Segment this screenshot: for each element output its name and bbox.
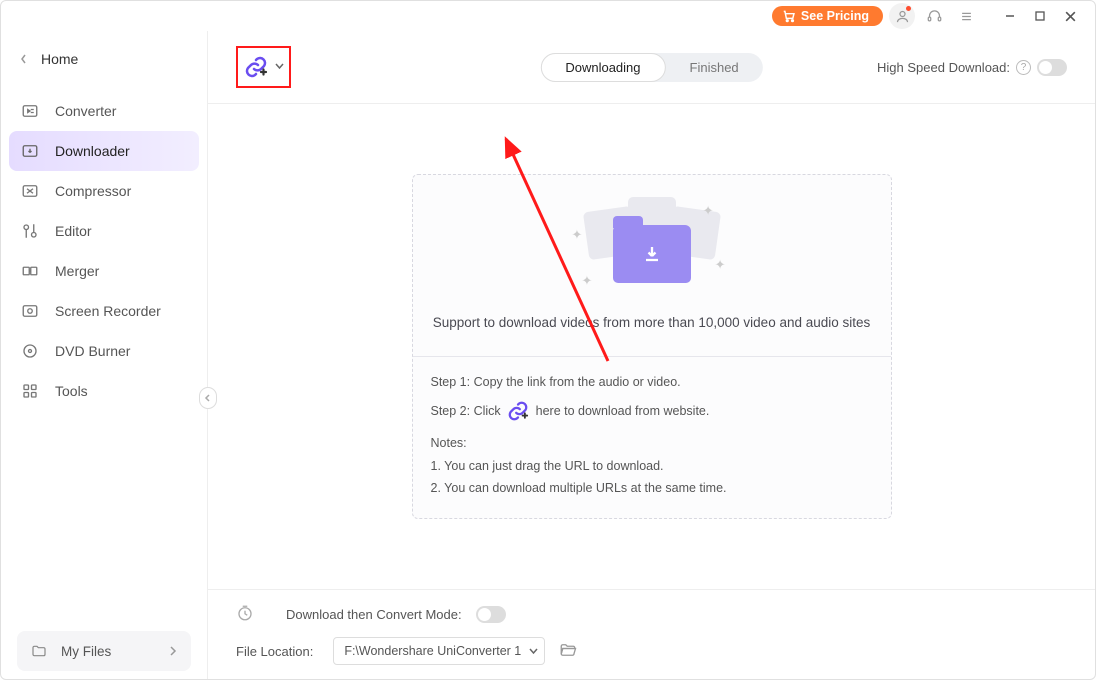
menu-icon[interactable] [953, 3, 979, 29]
link-plus-icon [507, 400, 529, 422]
step2-text-b: here to download from website. [536, 404, 710, 418]
tab-segment: Downloading Finished [540, 53, 762, 82]
note1-text: 1. You can just drag the URL to download… [431, 455, 873, 478]
folder-illustration: ✦✦✦✦ [582, 197, 722, 297]
screen-recorder-icon [21, 302, 39, 320]
step1-text: Step 1: Copy the link from the audio or … [431, 371, 873, 394]
hsd-label: High Speed Download: [877, 60, 1010, 75]
support-icon[interactable] [921, 3, 947, 29]
chevron-left-icon [204, 394, 212, 402]
sidebar-item-label: DVD Burner [55, 343, 130, 359]
dvd-burner-icon [21, 342, 39, 360]
scheduler-icon[interactable] [236, 604, 254, 625]
sidebar-item-label: Screen Recorder [55, 303, 161, 319]
compressor-icon [21, 182, 39, 200]
sidebar-item-label: Compressor [55, 183, 131, 199]
sidebar: Home Converter Downloader Compressor Ed [1, 31, 208, 679]
merger-icon [21, 262, 39, 280]
link-plus-icon [244, 55, 268, 79]
tab-downloading[interactable]: Downloading [540, 53, 665, 82]
content-area: Downloading Finished High Speed Download… [208, 31, 1095, 679]
note2-text: 2. You can download multiple URLs at the… [431, 477, 873, 500]
panel-headline: Support to download videos from more tha… [431, 315, 873, 330]
bottom-bar: Download then Convert Mode: File Locatio… [208, 589, 1095, 679]
home-label: Home [41, 51, 78, 67]
sidebar-collapse-handle[interactable] [199, 387, 217, 409]
convert-mode-label: Download then Convert Mode: [286, 607, 462, 622]
convert-mode-toggle[interactable] [476, 606, 506, 623]
tab-finished[interactable]: Finished [666, 53, 763, 82]
tab-label: Downloading [565, 60, 640, 75]
sidebar-item-converter[interactable]: Converter [9, 91, 199, 131]
tools-icon [21, 382, 39, 400]
notification-dot [906, 6, 911, 11]
download-guide-panel: ✦✦✦✦ Support to download videos from mor… [412, 174, 892, 519]
hsd-toggle[interactable] [1037, 59, 1067, 76]
toolbar: Downloading Finished High Speed Download… [208, 31, 1095, 104]
converter-icon [21, 102, 39, 120]
notes-label: Notes: [431, 432, 873, 455]
sidebar-item-editor[interactable]: Editor [9, 211, 199, 251]
paste-link-button[interactable] [243, 54, 269, 80]
sidebar-item-label: Downloader [55, 143, 130, 159]
sidebar-item-tools[interactable]: Tools [9, 371, 199, 411]
step2-text-a: Step 2: Click [431, 404, 501, 418]
my-files-label: My Files [61, 644, 111, 659]
editor-icon [21, 222, 39, 240]
open-folder-button[interactable] [559, 641, 577, 662]
downloader-icon [21, 142, 39, 160]
file-location-dropdown[interactable]: F:\Wondershare UniConverter 1 [333, 637, 545, 665]
account-icon[interactable] [889, 3, 915, 29]
file-location-label: File Location: [236, 644, 313, 659]
window-minimize-button[interactable] [995, 2, 1025, 30]
info-icon[interactable]: ? [1016, 60, 1031, 75]
cart-icon [782, 9, 796, 23]
chevron-down-icon [529, 648, 538, 655]
sidebar-item-label: Editor [55, 223, 92, 239]
sidebar-item-label: Merger [55, 263, 99, 279]
sidebar-item-merger[interactable]: Merger [9, 251, 199, 291]
sidebar-item-compressor[interactable]: Compressor [9, 171, 199, 211]
folder-icon [31, 643, 47, 659]
sidebar-item-screen-recorder[interactable]: Screen Recorder [9, 291, 199, 331]
step2-row: Step 2: Click here to download from webs… [431, 400, 873, 423]
high-speed-download-control: High Speed Download: ? [877, 59, 1067, 76]
window-close-button[interactable] [1055, 2, 1085, 30]
chevron-left-icon [19, 54, 29, 64]
chevron-down-icon [275, 63, 284, 70]
chevron-right-icon [169, 646, 177, 656]
sidebar-item-dvd-burner[interactable]: DVD Burner [9, 331, 199, 371]
sidebar-item-label: Tools [55, 383, 88, 399]
tab-label: Finished [690, 60, 739, 75]
window-maximize-button[interactable] [1025, 2, 1055, 30]
sidebar-item-downloader[interactable]: Downloader [9, 131, 199, 171]
file-location-value: F:\Wondershare UniConverter 1 [344, 644, 521, 658]
see-pricing-label: See Pricing [801, 9, 869, 23]
paste-link-dropdown[interactable] [275, 61, 284, 73]
sidebar-item-label: Converter [55, 103, 116, 119]
paste-link-highlight [236, 46, 291, 88]
my-files-button[interactable]: My Files [17, 631, 191, 671]
titlebar: See Pricing [1, 1, 1095, 31]
see-pricing-button[interactable]: See Pricing [772, 6, 883, 26]
home-nav[interactable]: Home [9, 41, 199, 85]
